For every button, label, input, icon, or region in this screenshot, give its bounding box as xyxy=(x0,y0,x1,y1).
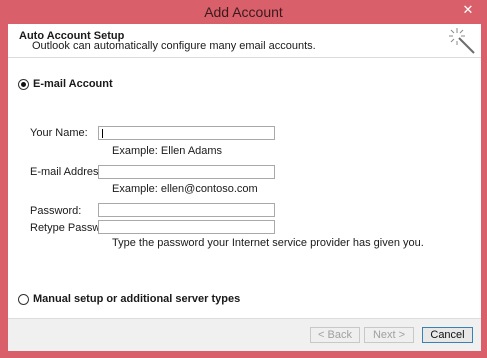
window-title: Add Account xyxy=(204,4,283,20)
close-button[interactable]: ✕ xyxy=(457,0,479,20)
email-input[interactable] xyxy=(98,165,275,179)
cancel-button[interactable]: Cancel xyxy=(422,327,473,343)
text-cursor xyxy=(102,129,103,138)
manual-setup-radio[interactable] xyxy=(18,293,29,305)
dialog-client-area: Auto Account Setup Outlook can automatic… xyxy=(8,24,481,351)
email-account-option[interactable]: E-mail Account xyxy=(18,78,113,90)
email-account-radio[interactable] xyxy=(18,78,29,90)
manual-setup-label: Manual setup or additional server types xyxy=(33,293,241,305)
dialog-body: E-mail Account Your Name: Example: Ellen… xyxy=(8,59,481,317)
email-account-label: E-mail Account xyxy=(33,78,113,90)
name-input[interactable] xyxy=(98,126,275,140)
back-button[interactable]: < Back xyxy=(310,327,360,343)
next-button[interactable]: Next > xyxy=(364,327,414,343)
wand-icon xyxy=(449,28,475,54)
title-bar[interactable]: Add Account ✕ xyxy=(0,0,487,24)
dialog-footer: < Back Next > Cancel xyxy=(8,318,481,351)
header-subtitle: Outlook can automatically configure many… xyxy=(32,40,316,52)
password-label: Password: xyxy=(30,205,82,217)
dialog-header: Auto Account Setup Outlook can automatic… xyxy=(8,24,481,58)
close-icon: ✕ xyxy=(462,2,474,17)
retype-password-input[interactable] xyxy=(98,220,275,234)
email-hint: Example: ellen@contoso.com xyxy=(112,183,258,195)
password-input[interactable] xyxy=(98,203,275,217)
password-hint: Type the password your Internet service … xyxy=(112,237,424,249)
name-label: Your Name: xyxy=(30,127,88,139)
manual-setup-option[interactable]: Manual setup or additional server types xyxy=(18,293,240,305)
add-account-dialog: Add Account ✕ Auto Account Setup Outlook… xyxy=(0,0,487,358)
name-hint: Example: Ellen Adams xyxy=(112,145,223,157)
email-label: E-mail Address: xyxy=(30,166,108,178)
